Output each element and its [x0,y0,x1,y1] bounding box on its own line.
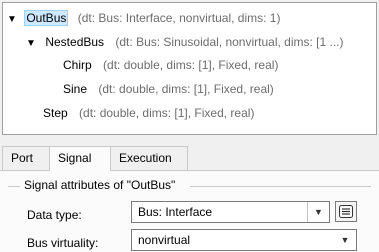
tab-signal[interactable]: Signal [49,146,111,171]
edit-data-type-button[interactable] [335,201,357,222]
tree-node-attrs: (dt: double, dims: [1], Fixed, real) [98,82,274,96]
tree-node-outbus[interactable]: ▼ OutBus (dt: Bus: Interface, nonvirtual… [7,7,280,29]
tree-node-name[interactable]: Sine [61,82,89,96]
bus-virtuality-combobox[interactable]: nonvirtual ▼ [131,229,357,251]
tree-node-chirp[interactable]: Chirp (dt: double, dims: [1], Fixed, rea… [61,54,278,76]
chevron-down-icon[interactable]: ▼ [307,202,329,222]
tree-node-name[interactable]: OutBus [24,10,69,26]
bus-virtuality-label: Bus virtuality: [27,236,99,250]
tab-port[interactable]: Port [2,146,50,170]
data-type-value: Bus: Interface [138,205,213,219]
tree-node-name[interactable]: Chirp [61,58,94,72]
expand-toggle-icon[interactable]: ▼ [7,9,21,31]
bus-editor-window: ▼ OutBus (dt: Bus: Interface, nonvirtual… [0,0,379,252]
section-title: Signal attributes of "OutBus" [22,178,178,192]
expand-toggle-icon[interactable]: ▼ [26,33,40,55]
signal-tab-panel: Signal attributes of "OutBus" Data type:… [0,170,379,252]
bus-virtuality-value: nonvirtual [138,233,191,247]
chevron-down-icon[interactable]: ▼ [334,230,356,250]
table-edit-icon [339,205,353,218]
signal-hierarchy-tree[interactable]: ▼ OutBus (dt: Bus: Interface, nonvirtual… [2,2,377,135]
tab-execution[interactable]: Execution [110,146,188,170]
tree-node-nestedbus[interactable]: ▼ NestedBus (dt: Bus: Sinusoidal, nonvir… [26,31,344,53]
tree-node-step[interactable]: Step (dt: double, dims: [1], Fixed, real… [41,102,254,124]
section-divider [190,186,371,187]
tree-node-attrs: (dt: Bus: Interface, nonvirtual, dims: 1… [77,11,281,25]
tree-node-sine[interactable]: Sine (dt: double, dims: [1], Fixed, real… [61,78,274,100]
section-divider [8,186,20,187]
tree-node-name[interactable]: NestedBus [43,35,106,49]
data-type-combobox[interactable]: Bus: Interface ▼ [131,201,330,223]
tree-node-attrs: (dt: double, dims: [1], Fixed, real) [79,106,255,120]
tree-node-attrs: (dt: double, dims: [1], Fixed, real) [103,58,279,72]
data-type-label: Data type: [27,208,82,222]
tree-node-attrs: (dt: Bus: Sinusoidal, nonvirtual, dims: … [115,35,344,49]
tree-node-name[interactable]: Step [41,106,70,120]
